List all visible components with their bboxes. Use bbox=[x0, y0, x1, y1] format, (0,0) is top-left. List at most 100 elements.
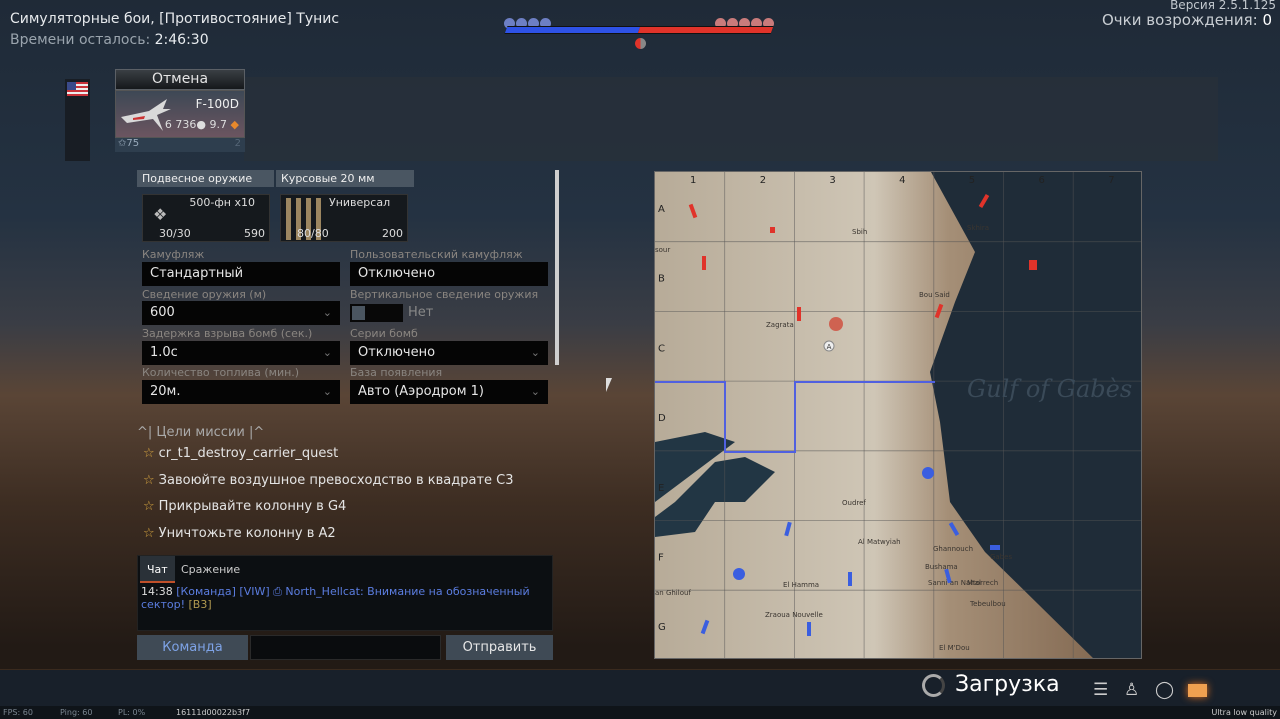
chat-input[interactable] bbox=[250, 635, 441, 660]
weapon-slot-bombs[interactable]: ❖ 500-фн x10 30/30 590 bbox=[142, 194, 270, 242]
map-label: Tebeulbou bbox=[969, 600, 1006, 608]
grid-row-label: A bbox=[658, 204, 665, 215]
map-label: Bou Said bbox=[919, 291, 950, 299]
bomb-icon: ❖ bbox=[153, 205, 168, 224]
grid-column-label: 4 bbox=[899, 175, 905, 186]
loading-label: Загрузка bbox=[955, 672, 1060, 697]
tab-cannons[interactable]: Курсовые 20 мм bbox=[276, 170, 414, 187]
vehicle-info: ✩75 2 bbox=[115, 138, 245, 152]
objective-text: Уничтожьте колонну в A2 bbox=[158, 526, 336, 541]
chat-bubble-icon[interactable]: ◯ bbox=[1155, 680, 1174, 700]
chat-channel-button[interactable]: Команда bbox=[137, 635, 248, 660]
loading-spinner-icon bbox=[922, 674, 945, 697]
grid-row-label: C bbox=[658, 343, 665, 354]
grid-row-label: E bbox=[658, 483, 664, 494]
camouflage-label: Камуфляж bbox=[142, 248, 205, 261]
capture-status-icon bbox=[635, 38, 646, 49]
fuel-value: 20м. bbox=[150, 384, 181, 399]
map-label: Bushama bbox=[925, 563, 958, 571]
chevron-down-icon: ⌄ bbox=[322, 385, 332, 398]
send-button[interactable]: Отправить bbox=[446, 635, 553, 660]
collapse-icon: |^ bbox=[244, 425, 265, 440]
message-time: 14:38 bbox=[141, 585, 173, 598]
grid-column-label: 3 bbox=[829, 175, 835, 186]
star-icon: ☆ bbox=[143, 499, 155, 514]
respawn-label: Очки возрождения: bbox=[1101, 11, 1258, 29]
rank-points: 75 bbox=[126, 138, 140, 149]
grid-column-label: 2 bbox=[760, 175, 766, 186]
br-diamond-icon: ◆ bbox=[230, 118, 239, 131]
map-label: Gabes bbox=[990, 553, 1012, 561]
weapon-name: Универсал bbox=[329, 196, 391, 209]
grid-row-label: B bbox=[658, 274, 665, 285]
settings-scrollbar[interactable] bbox=[555, 170, 559, 365]
map-label: Oudref bbox=[842, 499, 866, 507]
grid-row-label: F bbox=[658, 553, 664, 564]
grid-row-label: D bbox=[658, 413, 666, 424]
mission-objectives-header[interactable]: ^| Цели миссии |^ bbox=[137, 425, 264, 440]
map-label: El M'Dou bbox=[939, 644, 970, 652]
tab-battle[interactable]: Сражение bbox=[174, 556, 247, 583]
weapon-ammo: 30/30 bbox=[159, 227, 191, 240]
map-label: Gulf of Gabès bbox=[967, 375, 1132, 403]
capture-point-label: A bbox=[827, 343, 832, 351]
map-label: Sanni an Nahal bbox=[928, 579, 981, 587]
convergence-select[interactable]: 600 ⌄ bbox=[142, 301, 340, 325]
battle-rating: 9.7 bbox=[209, 118, 228, 131]
mail-icon[interactable] bbox=[1188, 684, 1207, 697]
session-id: 16111d00022b3f7 bbox=[176, 708, 251, 717]
vehicle-stats: 6 736● 9.7 ◆ bbox=[165, 118, 239, 131]
map-label: Zagrata bbox=[766, 321, 794, 329]
vehicle-slot[interactable]: F-100D 6 736● 9.7 ◆ bbox=[115, 90, 245, 138]
grid-column-label: 5 bbox=[969, 175, 975, 186]
grid-column-label: 1 bbox=[690, 175, 696, 186]
map-label: Skhira bbox=[967, 224, 989, 232]
custom-camouflage-label: Пользовательский камуфляж bbox=[350, 248, 523, 261]
tab-chat[interactable]: Чат bbox=[140, 556, 175, 583]
tab-secondary-weapons[interactable]: Подвесное оружие bbox=[137, 170, 274, 187]
objective-text: Завоюйте воздушное превосходство в квадр… bbox=[158, 473, 514, 488]
vertical-convergence-label: Вертикальное сведение оружия bbox=[350, 288, 539, 301]
star-icon: ☆ bbox=[143, 526, 155, 541]
custom-camouflage-select[interactable]: Отключено bbox=[350, 262, 548, 286]
respawn-points: Очки возрождения: 0 bbox=[1102, 11, 1272, 29]
cancel-button[interactable]: Отмена bbox=[115, 69, 245, 90]
vehicle-slotbar bbox=[244, 77, 1218, 161]
objective-item: ☆ Завоюйте воздушное превосходство в квад… bbox=[143, 473, 514, 488]
repair-cost: 6 736 bbox=[164, 118, 197, 131]
time-value: 2:46:30 bbox=[154, 32, 209, 48]
camouflage-select[interactable]: Стандартный bbox=[142, 262, 340, 286]
weapon-name: 500-фн x10 bbox=[189, 196, 255, 209]
tactical-map[interactable]: 1 2 3 4 5 6 7 A B C D E F G A Gulf of Gabès Sbih Skhir… bbox=[654, 171, 1142, 659]
time-label: Времени осталось: bbox=[10, 32, 151, 48]
usa-flag-icon bbox=[67, 82, 88, 96]
vertical-convergence-toggle[interactable] bbox=[350, 304, 403, 322]
bomb-series-select[interactable]: Отключено ⌄ bbox=[350, 341, 548, 365]
score-bar bbox=[504, 26, 774, 34]
status-bar: FPS: 60 Ping: 60 PL: 0% 16111d00022b3f7 … bbox=[0, 706, 1280, 719]
bomb-delay-select[interactable]: 1.0c ⌄ bbox=[142, 341, 340, 365]
bomb-delay-label: Задержка взрыва бомб (сек.) bbox=[142, 327, 313, 340]
spawn-base-select[interactable]: Авто (Аэродром 1) ⌄ bbox=[350, 380, 548, 404]
chevron-down-icon: ⌄ bbox=[322, 306, 332, 319]
spawn-base-value: Авто (Аэродром 1) bbox=[358, 384, 484, 399]
spawn-base-label: База появления bbox=[350, 366, 443, 379]
weapon-slot-cannon-belt[interactable]: Универсал 80/80 200 bbox=[280, 194, 408, 242]
list-icon[interactable]: ☰ bbox=[1093, 680, 1108, 700]
mouse-cursor-icon bbox=[606, 378, 612, 392]
collapse-icon: ^| bbox=[137, 425, 157, 440]
spawn-count: 2 bbox=[234, 138, 241, 149]
time-remaining: Времени осталось: 2:46:30 bbox=[10, 32, 209, 48]
chevron-down-icon: ⌄ bbox=[530, 346, 540, 359]
vehicle-name: F-100D bbox=[195, 97, 239, 111]
fuel-select[interactable]: 20м. ⌄ bbox=[142, 380, 340, 404]
red-score bbox=[637, 27, 774, 33]
map-label: Zraoua Nouvelle bbox=[765, 611, 823, 619]
friendly-airfield-icon bbox=[733, 568, 745, 580]
mission-title: Симуляторные бои, [Противостояние] Тунис bbox=[10, 11, 340, 27]
friends-icon[interactable]: ♙ bbox=[1124, 680, 1139, 700]
vehicle-card[interactable]: Отмена F-100D 6 736● 9.7 ◆ ✩75 2 bbox=[115, 69, 245, 161]
map-label: Sbih bbox=[852, 228, 867, 236]
map-label: El Hamma bbox=[783, 581, 819, 589]
fps-readout: FPS: 60 bbox=[3, 708, 33, 717]
